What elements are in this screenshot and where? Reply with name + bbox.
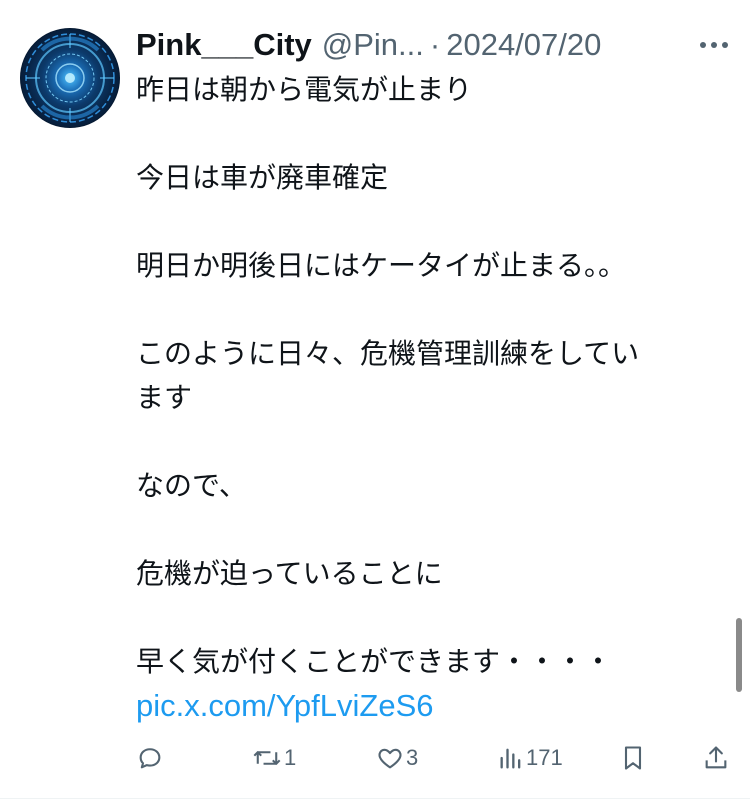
tweet-line-blank: [136, 420, 716, 464]
views-count: 171: [526, 745, 563, 770]
scrollbar-thumb[interactable]: [736, 618, 742, 692]
reply-button[interactable]: [136, 738, 166, 778]
reply-icon: [139, 748, 161, 769]
tweet-line: 危機が迫っていることに: [136, 557, 443, 590]
views-button[interactable]: 171: [498, 738, 563, 778]
user-handle[interactable]: @Pin...: [322, 27, 424, 63]
tweet-text: 昨日は朝から電気が止まり 今日は車が廃車確定 明日か明後日にはケータイが止まる。…: [136, 68, 716, 729]
tweet-line: 今日は車が廃車確定: [136, 161, 389, 194]
tweet-header: Pink___City @Pin... · 2024/07/20: [136, 22, 736, 68]
more-options-button[interactable]: [696, 30, 732, 60]
retweet-icon: [253, 751, 281, 765]
share-button[interactable]: [702, 738, 730, 778]
tweet-line-blank: [136, 288, 716, 332]
tweet-line: 明日か明後日にはケータイが止まる。。: [136, 249, 627, 282]
tweet-line-blank: [136, 200, 716, 244]
avatar[interactable]: [20, 28, 120, 128]
bookmark-icon: [624, 746, 642, 770]
views-chart-icon: [500, 748, 521, 769]
retweet-count: 1: [284, 745, 297, 770]
tweet-line: 昨日は朝から電気が止まり: [136, 73, 473, 106]
action-bar: 1 3 171: [136, 738, 736, 778]
retweet-button[interactable]: 1: [252, 738, 296, 778]
share-icon: [705, 746, 727, 769]
bookmark-button[interactable]: [620, 738, 646, 778]
display-name[interactable]: Pink___City: [136, 27, 312, 63]
tweet-line-blank: [136, 508, 716, 552]
tweet-line: このように日々、危機管理訓練をしてい: [136, 337, 640, 370]
tweet-divider: [0, 798, 750, 799]
tweet-line: 早く気が付くことができます・・・・: [136, 645, 613, 678]
media-link[interactable]: pic.x.com/YpfLviZeS6: [136, 688, 433, 723]
like-count: 3: [406, 745, 419, 770]
tweet-line-blank: [136, 596, 716, 640]
tweet-line-blank: [136, 112, 716, 156]
heart-icon: [378, 748, 402, 769]
tweet-line: なので、: [136, 469, 247, 502]
tweet[interactable]: Pink___City @Pin... · 2024/07/20 昨日は朝から電…: [0, 0, 750, 802]
separator-dot: ·: [429, 27, 441, 62]
like-button[interactable]: 3: [376, 738, 418, 778]
tweet-line: ます: [136, 381, 193, 414]
tweet-date[interactable]: 2024/07/20: [446, 27, 601, 63]
avatar-hud-image: [25, 33, 115, 123]
more-horizontal-icon: [700, 42, 728, 48]
